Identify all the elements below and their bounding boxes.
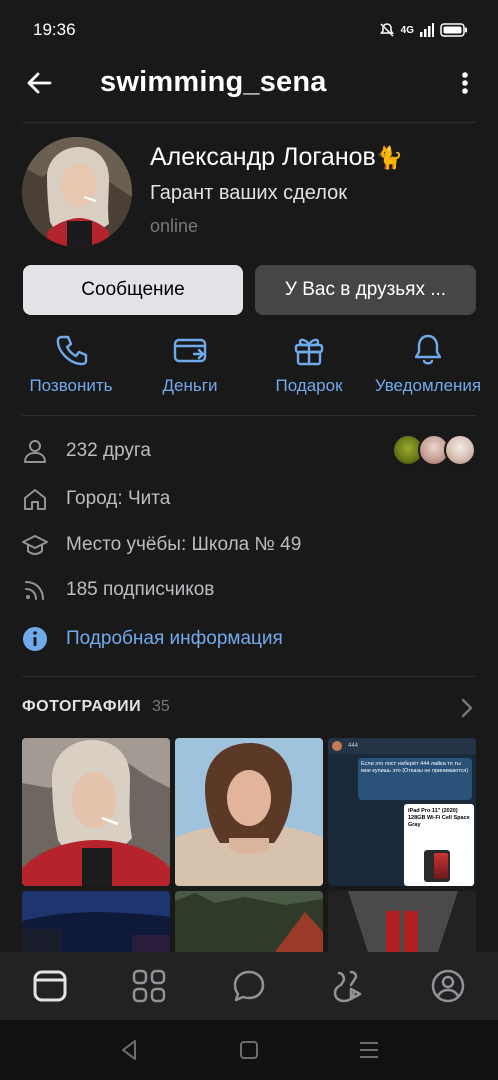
gift-label: Подарок [275,376,343,395]
photo-thumbnail[interactable] [22,738,170,886]
friends-row[interactable]: 232 друга [22,434,476,466]
services-tab-icon[interactable] [130,967,168,1005]
product-card: iPad Pro 11" (2020) 128GB Wi-Fi Cell Spa… [404,804,474,886]
profile-tab-icon[interactable] [429,967,467,1005]
signal-icon [420,23,434,37]
details-link[interactable]: Подробная информация [66,628,283,650]
divider [22,415,476,416]
notifications-action[interactable]: Уведомления [363,332,493,396]
network-type: 4G [400,24,414,36]
education-icon [22,535,48,556]
friends-button[interactable]: У Вас в друзьях ... [255,265,476,315]
battery-icon [440,23,467,37]
info-icon [23,627,47,651]
details-row[interactable]: Подробная информация [22,624,476,654]
photo-thumbnail[interactable] [175,738,323,886]
more-vertical-icon[interactable] [456,68,474,98]
status-bar: 19:36 4G [0,0,498,60]
call-label: Позвонить [29,376,113,395]
message-button[interactable]: Сообщение [23,265,243,315]
chat-bubble: Если это пост наберёт 444 лайка то ты мн… [358,758,472,800]
money-action[interactable]: Деньги [125,332,255,396]
profile-avatar[interactable] [22,137,132,247]
city-text: Город: Чита [66,488,171,509]
photo-thumbnail[interactable] [175,891,323,952]
profile-name: Александр Логанов🐈 [150,143,403,172]
phone-icon [56,335,88,366]
action-row: Позвонить Деньги Подарок Уведомления [0,332,498,402]
city-row: Город: Чита [22,484,476,514]
online-status: online [150,216,199,236]
followers-text: 185 подписчиков [66,579,215,600]
mute-icon [379,23,394,37]
friends-count: 232 друга [66,440,151,461]
home-tab-icon[interactable] [31,967,69,1005]
status-icons: 4G [379,22,468,38]
gift-icon [294,338,324,366]
photo-thumbnail[interactable] [328,891,476,952]
product-title: iPad Pro 11" (2020) 128GB Wi-Fi Cell Spa… [408,808,470,828]
education-row: Место учёбы: Школа № 49 [22,530,476,560]
chevron-right-icon[interactable] [460,697,474,719]
header-divider [22,122,476,123]
home-icon [24,489,46,510]
friend-avatar [444,434,476,466]
notifications-label: Уведомления [374,376,482,395]
divider [22,676,476,677]
profile-emoji: 🐈 [375,145,404,170]
call-action[interactable]: Позвонить [6,332,136,396]
chat-header: 444 [328,738,476,754]
money-label: Деньги [162,376,218,395]
status-time: 19:36 [33,20,76,39]
app-header: swimming_sena [0,62,498,106]
back-arrow-icon[interactable] [24,68,54,98]
chat-screenshot-photo[interactable]: 444 Если это пост наберёт 444 лайка то т… [328,738,476,886]
followers-row[interactable]: 185 подписчиков [22,575,476,605]
nav-recents-icon[interactable] [356,1037,382,1063]
clips-tab-icon[interactable] [329,967,367,1005]
photos-title: ФОТОГРАФИИ [22,698,142,715]
gift-action[interactable]: Подарок [244,332,374,396]
nav-home-icon[interactable] [236,1037,262,1063]
chat-message: Если это пост наберёт 444 лайка то ты мн… [361,761,469,775]
rss-icon [25,581,44,600]
bottom-tab-bar [0,952,498,1020]
education-text: Место учёбы: Школа № 49 [66,534,302,555]
profile-name-text: Александр Логанов [150,143,376,171]
system-nav-bar [0,1020,498,1080]
bell-icon [414,334,442,365]
photo-thumbnail[interactable] [22,891,170,952]
chat-header-text: 444 [348,743,359,749]
user-icon [24,440,46,463]
photos-count: 35 [152,698,170,715]
money-icon [173,338,207,363]
nav-back-icon[interactable] [117,1037,143,1063]
page-title: swimming_sena [100,66,327,98]
friend-avatars[interactable] [392,434,476,466]
messages-tab-icon[interactable] [230,967,268,1005]
profile-status: Гарант ваших сделок [150,182,348,204]
